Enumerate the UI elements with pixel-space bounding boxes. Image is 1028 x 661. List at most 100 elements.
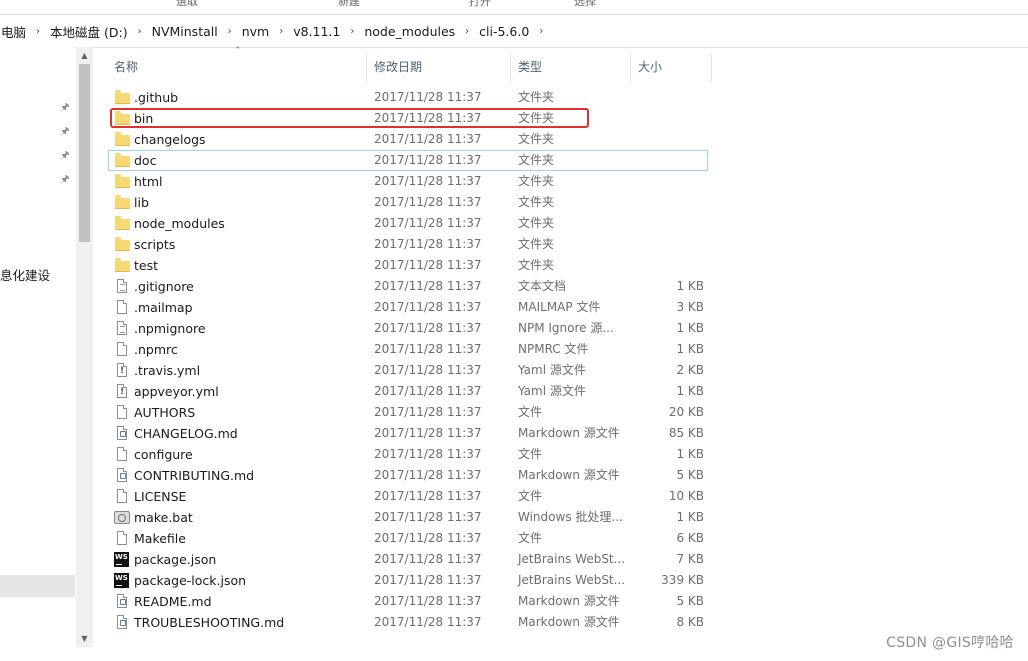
file-date: 2017/11/28 11:37 bbox=[374, 258, 482, 272]
file-row[interactable]: .npmignore 2017/11/28 11:37 NPM Ignore 源..… bbox=[108, 318, 708, 339]
file-size: 1 KB bbox=[676, 384, 704, 398]
file-name: scripts bbox=[134, 237, 176, 252]
column-name[interactable]: 名称 bbox=[114, 50, 138, 85]
folder-icon bbox=[115, 237, 130, 251]
file-date: 2017/11/28 11:37 bbox=[374, 405, 482, 419]
chevron-right-icon[interactable]: › bbox=[129, 26, 151, 37]
scroll-up-icon[interactable]: ▲ bbox=[76, 47, 93, 64]
file-date: 2017/11/28 11:37 bbox=[374, 573, 482, 587]
chevron-right-icon[interactable]: › bbox=[270, 26, 292, 37]
file-type: 文本文档 bbox=[518, 279, 567, 293]
file-size: 8 KB bbox=[676, 615, 704, 629]
ribbon-label-select[interactable]: 选择 bbox=[574, 0, 596, 9]
file-row[interactable]: appveyor.yml 2017/11/28 11:37 Yaml 源文件 1 KB bbox=[108, 381, 708, 403]
chevron-right-icon[interactable]: › bbox=[27, 26, 49, 37]
file-row[interactable]: LICENSE 2017/11/28 11:37 文件 10 KB bbox=[108, 486, 708, 507]
breadcrumb-item-drive[interactable]: 本地磁盘 (D:) bbox=[49, 22, 129, 41]
breadcrumb-item-node-modules[interactable]: node_modules bbox=[363, 24, 456, 39]
file-name: CONTRIBUTING.md bbox=[134, 468, 255, 483]
file-row[interactable]: test 2017/11/28 11:37 文件夹 bbox=[108, 255, 708, 276]
file-row[interactable]: AUTHORS 2017/11/28 11:37 文件 20 KB bbox=[108, 402, 708, 423]
file-row[interactable]: WS package.json 2017/11/28 11:37 JetBrains … bbox=[108, 549, 708, 570]
ribbon-label-select-all[interactable]: 選取 bbox=[176, 0, 198, 9]
file-row[interactable]: .npmrc 2017/11/28 11:37 NPMRC 文件 1 KB bbox=[108, 339, 708, 360]
file-date: 2017/11/28 11:37 bbox=[374, 468, 482, 482]
nav-item-label[interactable]: 息化建设 bbox=[0, 265, 50, 284]
file-row[interactable]: .gitignore 2017/11/28 11:37 文本文档 1 KB bbox=[108, 276, 708, 297]
column-size[interactable]: 大小 bbox=[638, 50, 662, 85]
breadcrumb-item-nvm[interactable]: nvm bbox=[241, 24, 271, 39]
column-type[interactable]: 类型 bbox=[518, 50, 542, 85]
folder-icon bbox=[115, 258, 130, 272]
file-row[interactable]: doc 2017/11/28 11:37 文件夹 bbox=[108, 150, 708, 171]
breadcrumb-item-computer[interactable]: 电脑 bbox=[0, 22, 27, 41]
ribbon-label-open[interactable]: 打开 bbox=[469, 0, 491, 9]
file-date: 2017/11/28 11:37 bbox=[374, 531, 482, 545]
markdown-file-icon bbox=[117, 426, 127, 440]
file-date: 2017/11/28 11:37 bbox=[374, 279, 482, 293]
ribbon-label-new[interactable]: 新建 bbox=[338, 0, 360, 9]
pin-icon[interactable]: 🖈 bbox=[60, 172, 70, 185]
folder-icon bbox=[115, 111, 130, 125]
file-row[interactable]: README.md 2017/11/28 11:37 Markdown 源文件 5 K… bbox=[108, 591, 708, 612]
file-row[interactable]: node_modules 2017/11/28 11:37 文件夹 bbox=[108, 213, 708, 234]
file-row[interactable]: changelogs 2017/11/28 11:37 文件夹 bbox=[108, 129, 708, 150]
address-bar[interactable]: 电脑 › 本地磁盘 (D:) › NVMinstall › nvm › v8.1… bbox=[0, 14, 1028, 48]
file-date: 2017/11/28 11:37 bbox=[374, 363, 482, 377]
file-row[interactable]: WS package-lock.json 2017/11/28 11:37 JetBr… bbox=[108, 570, 708, 591]
file-row[interactable]: .mailmap 2017/11/28 11:37 MAILMAP 文件 3 KB bbox=[108, 297, 708, 318]
file-size: 1 KB bbox=[676, 447, 704, 461]
chevron-right-icon[interactable]: › bbox=[456, 26, 478, 37]
file-name: package.json bbox=[134, 552, 217, 567]
file-row[interactable]: .travis.yml 2017/11/28 11:37 Yaml 源文件 2 KB bbox=[108, 360, 708, 382]
watermark: CSDN @GIS哼哈哈 bbox=[886, 635, 1014, 651]
file-row[interactable]: .github 2017/11/28 11:37 文件夹 bbox=[108, 87, 708, 108]
file-size: 10 KB bbox=[668, 489, 704, 503]
file-date: 2017/11/28 11:37 bbox=[374, 510, 482, 524]
pin-icon[interactable]: 🖈 bbox=[60, 124, 70, 137]
breadcrumb-item-nvminstall[interactable]: NVMinstall bbox=[151, 24, 219, 39]
nav-item-selected[interactable] bbox=[0, 575, 75, 597]
scrollbar-thumb[interactable] bbox=[79, 64, 90, 242]
column-divider[interactable] bbox=[510, 54, 511, 82]
breadcrumb-item-version[interactable]: v8.11.1 bbox=[292, 24, 341, 39]
file-row[interactable]: Makefile 2017/11/28 11:37 文件 6 KB bbox=[108, 528, 708, 549]
chevron-right-icon[interactable]: › bbox=[530, 26, 552, 37]
file-row[interactable]: bin 2017/11/28 11:37 文件夹 bbox=[108, 108, 708, 129]
scroll-down-icon[interactable]: ▼ bbox=[76, 630, 93, 647]
file-type: 文件夹 bbox=[518, 216, 555, 230]
file-row[interactable]: configure 2017/11/28 11:37 文件 1 KB bbox=[108, 444, 708, 465]
file-type: 文件夹 bbox=[518, 195, 555, 209]
chevron-right-icon[interactable]: › bbox=[341, 26, 363, 37]
file-size: 2 KB bbox=[676, 363, 704, 377]
file-name: .travis.yml bbox=[134, 363, 201, 378]
file-type: 文件夹 bbox=[518, 237, 555, 251]
file-name: .mailmap bbox=[134, 300, 193, 315]
file-row[interactable]: CONTRIBUTING.md 2017/11/28 11:37 Markdown … bbox=[108, 465, 708, 486]
file-row[interactable]: make.bat 2017/11/28 11:37 Windows 批处理... 1 … bbox=[108, 507, 708, 528]
file-row[interactable]: scripts 2017/11/28 11:37 文件夹 bbox=[108, 234, 708, 255]
pin-icon[interactable]: 🖈 bbox=[60, 100, 70, 113]
column-header: ⌃ 名称 修改日期 类型 大小 bbox=[108, 46, 713, 85]
chevron-right-icon[interactable]: › bbox=[219, 26, 241, 37]
column-divider[interactable] bbox=[630, 54, 631, 82]
file-size: 5 KB bbox=[676, 594, 704, 608]
file-date: 2017/11/28 11:37 bbox=[374, 594, 482, 608]
pin-icon[interactable]: 🖈 bbox=[60, 148, 70, 161]
file-row[interactable]: html 2017/11/28 11:37 文件夹 bbox=[108, 171, 708, 192]
file-row[interactable]: lib 2017/11/28 11:37 文件夹 bbox=[108, 192, 708, 213]
file-name: Makefile bbox=[134, 531, 186, 546]
file-name: .github bbox=[134, 90, 179, 105]
file-row[interactable]: CHANGELOG.md 2017/11/28 11:37 Markdown 源文件… bbox=[108, 423, 708, 444]
file-name: configure bbox=[134, 447, 193, 462]
yaml-file-icon bbox=[117, 361, 127, 382]
file-date: 2017/11/28 11:37 bbox=[374, 237, 482, 251]
file-type: 文件夹 bbox=[518, 153, 555, 167]
nav-scrollbar[interactable]: ▲ ▼ bbox=[76, 47, 93, 647]
column-divider[interactable] bbox=[366, 54, 367, 82]
yaml-file-icon bbox=[117, 382, 127, 403]
column-divider[interactable] bbox=[711, 54, 712, 82]
breadcrumb-item-cli[interactable]: cli-5.6.0 bbox=[478, 24, 530, 39]
column-date[interactable]: 修改日期 bbox=[374, 50, 422, 85]
file-row[interactable]: TROUBLESHOOTING.md 2017/11/28 11:37 Markdo… bbox=[108, 612, 708, 633]
